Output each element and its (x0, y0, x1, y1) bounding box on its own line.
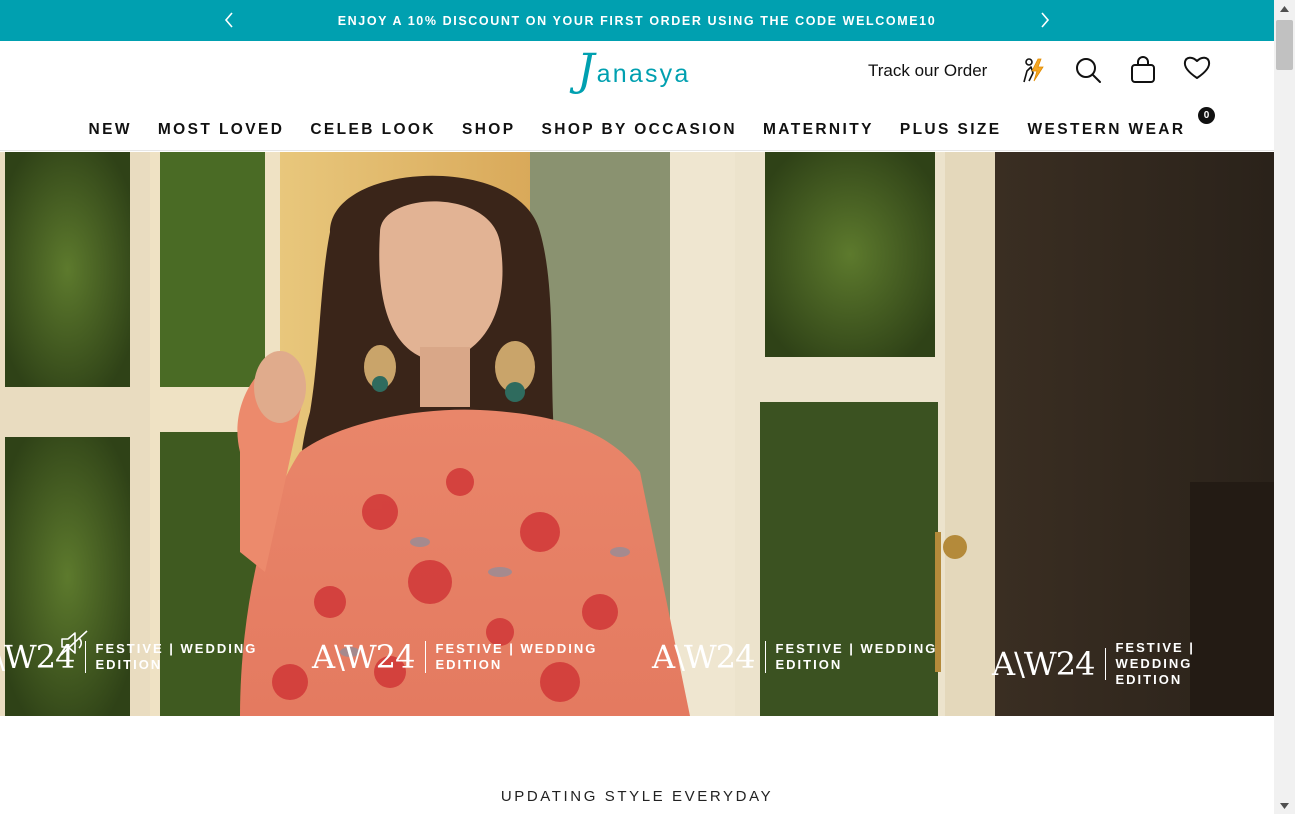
edition-text: FESTIVE | WEDDING EDITION (776, 641, 938, 673)
scrollbar-thumb[interactable] (1276, 20, 1293, 70)
banner-divider (764, 641, 766, 673)
announcement-text: ENJOY A 10% DISCOUNT ON YOUR FIRST ORDER… (337, 13, 937, 28)
section-tagline: UPDATING STYLE EVERYDAY (500, 788, 774, 805)
brand-logo[interactable]: J anasya (577, 49, 690, 93)
site-header: J anasya Track our Order 0 NEW MOST LOVE… (0, 41, 1274, 151)
nav-item-maternity[interactable]: MATERNITY (763, 121, 874, 143)
wishlist-button[interactable] (1182, 53, 1212, 83)
banner-divider (424, 641, 426, 673)
page-scrollbar[interactable] (1274, 0, 1295, 814)
logo-wordmark: anasya (596, 60, 691, 88)
edition-line1: FESTIVE | WEDDING (435, 641, 598, 656)
edition-banner-item: A\W24 FESTIVE | WEDDING EDITION (0, 640, 257, 674)
edition-text: FESTIVE | WEDDING EDITION (1115, 640, 1274, 688)
scroll-up-button[interactable] (1274, 0, 1295, 17)
edition-line1: FESTIVE | WEDDING (95, 641, 258, 656)
triangle-up-icon (1280, 5, 1289, 12)
search-icon (1076, 58, 1101, 83)
aw24-mark: A\W24 (312, 638, 415, 676)
scroll-down-button[interactable] (1274, 797, 1295, 814)
fast-delivery-button[interactable] (1018, 55, 1048, 85)
edition-banner-item: A\W24 FESTIVE | WEDDING EDITION (312, 640, 597, 674)
chevron-left-icon (224, 12, 233, 28)
edition-banner-strip: A\W24 FESTIVE | WEDDING EDITION A\W24 FE… (0, 640, 1274, 687)
edition-line2: EDITION (775, 657, 843, 672)
nav-item-shop-by-occasion[interactable]: SHOP BY OCCASION (542, 121, 737, 143)
wishlist-heart-icon (1183, 56, 1211, 79)
hero-banner[interactable]: A\W24 FESTIVE | WEDDING EDITION A\W24 FE… (0, 152, 1274, 716)
edition-text: FESTIVE | WEDDING EDITION (436, 641, 598, 673)
fast-delivery-icon (1023, 58, 1044, 83)
edition-banner-item: A\W24 FESTIVE | WEDDING EDITION (992, 640, 1274, 688)
edition-line2: EDITION (95, 657, 163, 672)
main-nav: NEW MOST LOVED CELEB LOOK SHOP SHOP BY O… (0, 121, 1274, 143)
track-order-link[interactable]: Track our Order (868, 61, 987, 81)
nav-item-shop[interactable]: SHOP (462, 121, 516, 143)
search-button[interactable] (1073, 55, 1103, 85)
nav-item-western-wear[interactable]: WESTERN WEAR (1028, 121, 1186, 143)
nav-item-new[interactable]: NEW (88, 121, 131, 143)
announcement-next-button[interactable] (1035, 10, 1055, 30)
logo-initial: J (577, 45, 595, 96)
nav-item-celeb-look[interactable]: CELEB LOOK (310, 121, 436, 143)
edition-banner-item: A\W24 FESTIVE | WEDDING EDITION (652, 640, 937, 674)
triangle-down-icon (1280, 802, 1289, 809)
edition-line1: FESTIVE | WEDDING (1115, 640, 1195, 671)
hero-image (0, 152, 1274, 716)
cart-button[interactable] (1128, 55, 1158, 85)
announcement-bar: ENJOY A 10% DISCOUNT ON YOUR FIRST ORDER… (0, 0, 1274, 41)
speaker-muted-icon (60, 630, 88, 656)
edition-line2: EDITION (435, 657, 503, 672)
announcement-prev-button[interactable] (219, 10, 239, 30)
mute-toggle-button[interactable] (58, 628, 92, 658)
aw24-mark: A\W24 (992, 645, 1095, 683)
edition-text: FESTIVE | WEDDING EDITION (96, 641, 258, 673)
shopping-bag-icon (1131, 56, 1155, 83)
aw24-mark: A\W24 (652, 638, 755, 676)
edition-line1: FESTIVE | WEDDING (775, 641, 938, 656)
edition-line2: EDITION (1115, 672, 1183, 687)
banner-divider (1104, 648, 1106, 680)
page: ENJOY A 10% DISCOUNT ON YOUR FIRST ORDER… (0, 0, 1274, 814)
nav-item-most-loved[interactable]: MOST LOVED (158, 121, 284, 143)
nav-item-plus-size[interactable]: PLUS SIZE (900, 121, 1002, 143)
chevron-right-icon (1041, 12, 1050, 28)
